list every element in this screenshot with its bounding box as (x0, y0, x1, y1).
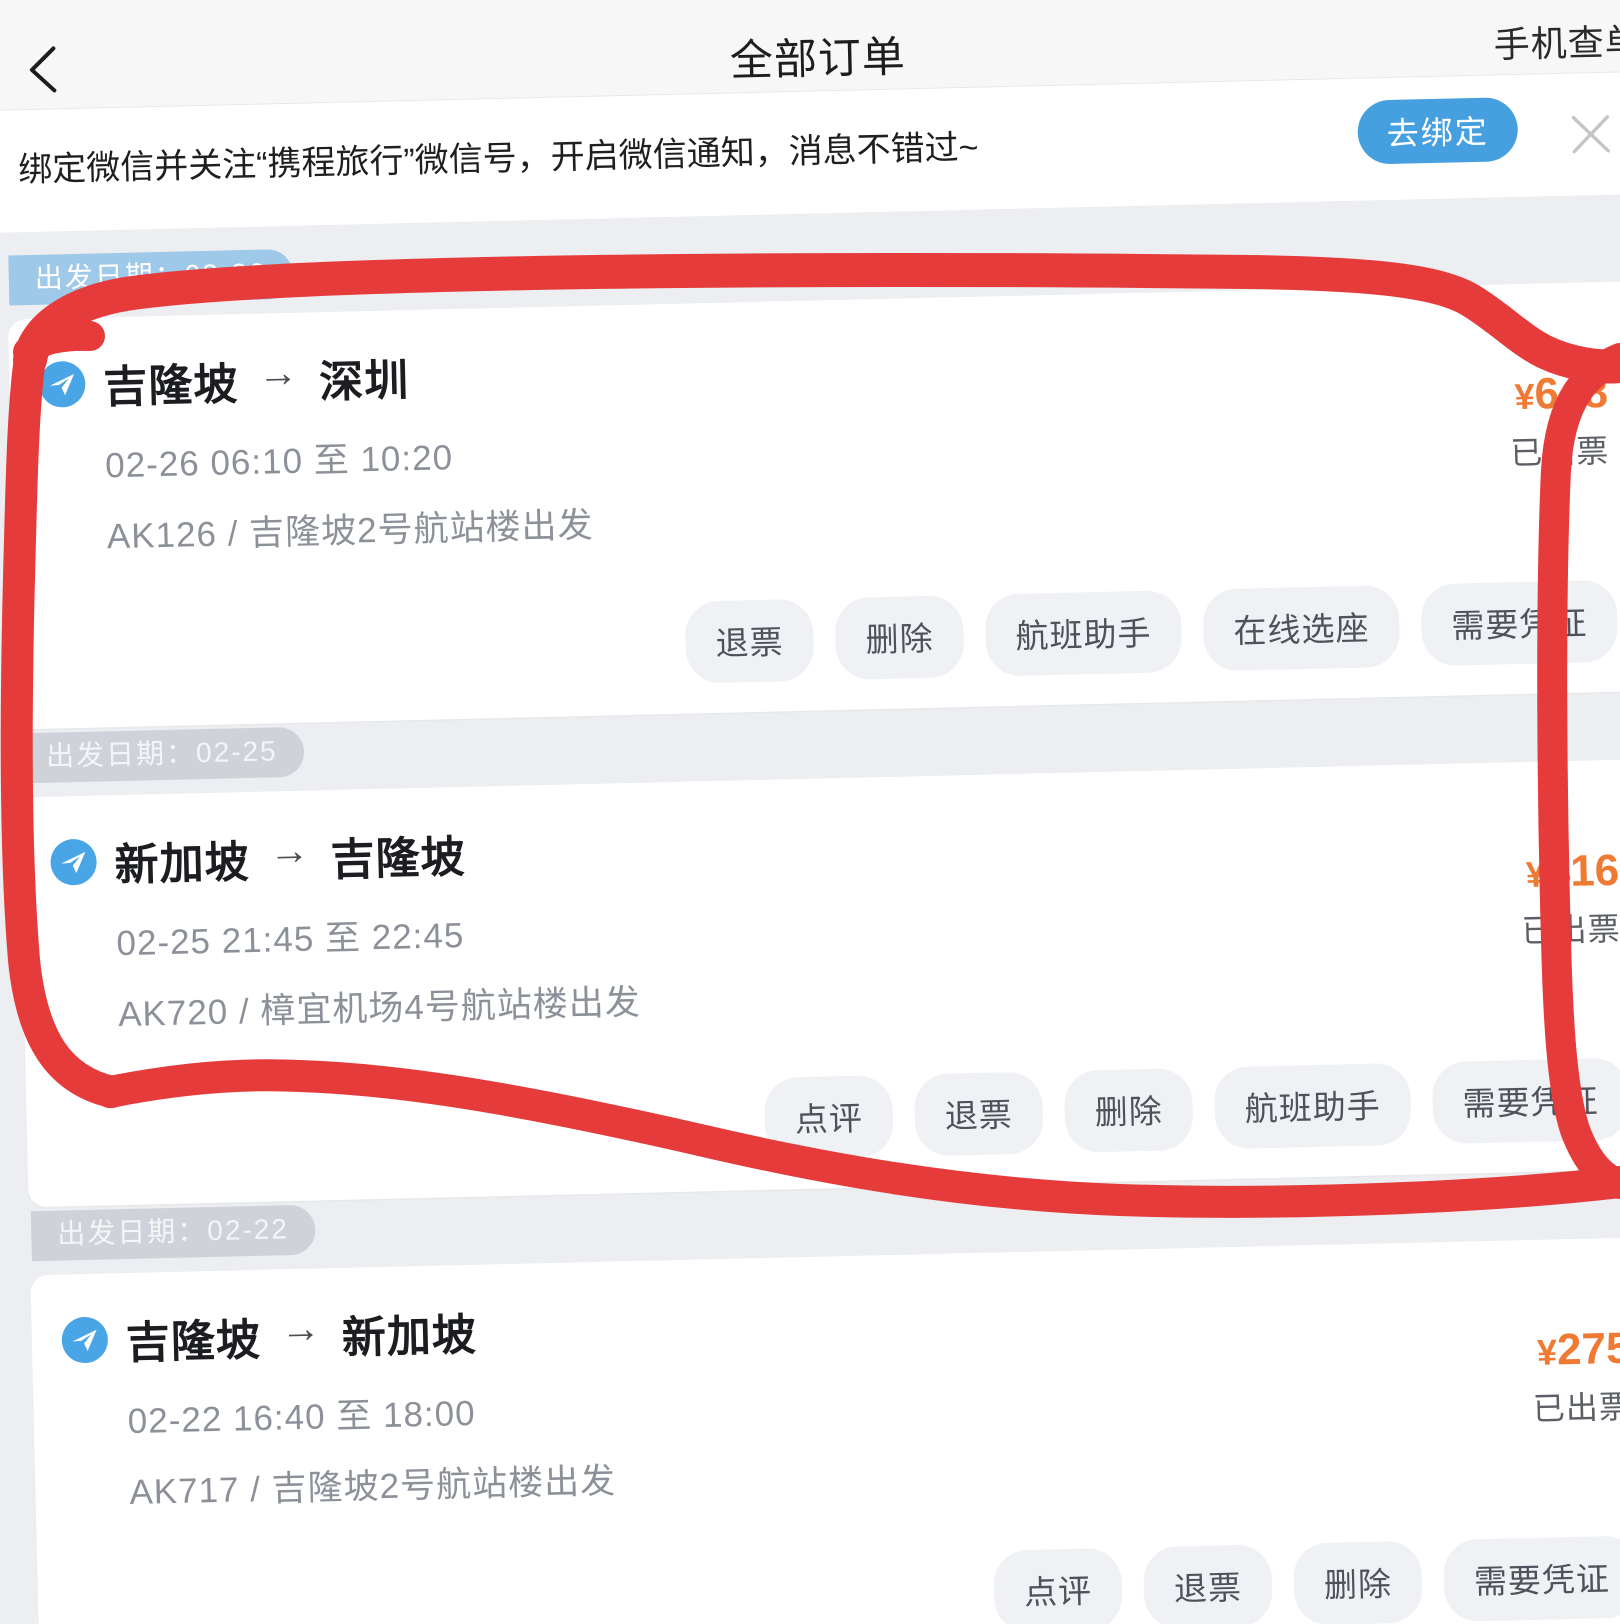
arrow-icon: → (280, 1305, 323, 1351)
order-status-badge: 已出票 (1509, 432, 1610, 472)
phone-order-lookup-button[interactable]: 手机查单 (1493, 13, 1620, 68)
arrow-icon: → (257, 350, 300, 396)
airplane-icon (38, 360, 86, 408)
arrow-icon: → (268, 828, 311, 874)
order-status-badge: 已出票 (1521, 910, 1620, 950)
order-action-button[interactable]: 删除 (834, 595, 965, 681)
order-action-button[interactable]: 需要凭证 (1420, 579, 1619, 667)
order-action-button[interactable]: 删除 (1292, 1540, 1423, 1624)
order-route-row: 吉隆坡 → 新加坡 (61, 1272, 1620, 1373)
order-group: 出发日期：02-22 吉隆坡 → 新加坡 02-22 16:40 至 18:00 AK71… (15, 1173, 1620, 1624)
flight-schedule: 02-25 21:45 至 22:45 (116, 915, 465, 964)
order-card[interactable]: 吉隆坡 → 新加坡 02-22 16:40 至 18:00 AK717 / 吉隆坡2号航… (30, 1236, 1620, 1624)
order-action-button[interactable]: 退票 (1143, 1544, 1273, 1624)
flight-number-terminal: AK126 / 吉隆坡2号航站楼出发 (106, 505, 594, 557)
departure-date-pill: 出发日期：02-26 (8, 248, 293, 306)
order-action-button[interactable]: 航班助手 (984, 590, 1183, 677)
order-action-button[interactable]: 退票 (684, 598, 815, 684)
order-actions: 点评 退票 删除 航班助手 需要凭证 (56, 1057, 1620, 1177)
arrival-city: 新加坡 (341, 1310, 478, 1363)
order-list: 出发日期：02-26 吉隆坡 → 深圳 02-26 06:10 至 10:20 AK126… (0, 194, 1620, 1624)
flight-schedule: 02-22 16:40 至 18:00 (127, 1393, 477, 1442)
departure-city: 吉隆坡 (125, 1315, 262, 1369)
order-price: ¥275 (1531, 1324, 1620, 1376)
order-card[interactable]: 吉隆坡 → 深圳 02-26 06:10 至 10:20 AK126 / 吉隆坡2号航站… (7, 281, 1620, 730)
airplane-icon (61, 1316, 109, 1364)
app-window: 30% 全部订单 手机查单 绑定微信并关注“携程旅行”微信号，开启微信通知，消息… (0, 0, 1620, 1624)
order-group: 出发日期：02-26 吉隆坡 → 深圳 02-26 06:10 至 10:20 AK126… (0, 217, 1620, 730)
price-amount: 648 (1533, 367, 1609, 419)
departure-city: 新加坡 (114, 838, 251, 891)
currency-symbol: ¥ (1536, 1331, 1558, 1373)
order-action-button[interactable]: 需要凭证 (1442, 1535, 1620, 1623)
order-group: 出发日期：02-25 新加坡 → 吉隆坡 02-25 21:45 至 22:45 AK72… (4, 695, 1620, 1208)
flight-number-terminal: AK720 / 樟宜机场4号航站楼出发 (117, 982, 642, 1035)
phone-screenshot: 30% 全部订单 手机查单 绑定微信并关注“携程旅行”微信号，开启微信通知，消息… (0, 0, 1620, 1624)
departure-date-pill: 出发日期：02-25 (19, 726, 305, 784)
departure-date-pill: 出发日期：02-22 (30, 1204, 316, 1262)
order-status-badge: 已出票 (1532, 1388, 1620, 1427)
order-action-button[interactable]: 点评 (763, 1074, 894, 1160)
order-actions: 退票 删除 航班助手 在线选座 需要凭证 (45, 579, 1619, 699)
order-route-row: 吉隆坡 → 深圳 (38, 316, 1612, 417)
order-price: ¥648 (1508, 368, 1608, 420)
departure-city: 吉隆坡 (102, 360, 239, 413)
order-actions: 点评 退票 删除 需要凭证 (67, 1535, 1620, 1624)
arrival-city: 吉隆坡 (330, 832, 467, 886)
order-route-row: 新加坡 → 吉隆坡 (50, 794, 1620, 895)
close-icon (1571, 115, 1610, 154)
order-action-button[interactable]: 在线选座 (1202, 584, 1401, 672)
price-amount: 275 (1556, 1323, 1620, 1375)
order-price: ¥416 (1520, 846, 1620, 898)
price-amount: 416 (1545, 845, 1620, 897)
price-block: ¥648 已出票 (1508, 368, 1610, 474)
flight-schedule: 02-26 06:10 至 10:20 (104, 438, 454, 486)
route-label: 新加坡 → 吉隆坡 (114, 821, 466, 893)
currency-symbol: ¥ (1525, 853, 1547, 895)
price-block: ¥275 已出票 (1531, 1324, 1620, 1430)
banner-close-button[interactable] (1567, 111, 1614, 158)
currency-symbol: ¥ (1514, 375, 1536, 418)
flight-number-terminal: AK717 / 吉隆坡2号航站楼出发 (128, 1461, 617, 1513)
price-block: ¥416 已出票 (1520, 846, 1620, 952)
order-card[interactable]: 新加坡 → 吉隆坡 02-25 21:45 至 22:45 AK720 / 樟宜机场4号… (19, 758, 1620, 1208)
airplane-icon (50, 838, 98, 886)
order-action-button[interactable]: 退票 (913, 1071, 1044, 1157)
route-label: 吉隆坡 → 深圳 (103, 344, 410, 415)
arrival-city: 深圳 (318, 356, 410, 408)
order-action-button[interactable]: 点评 (993, 1547, 1123, 1624)
order-action-button[interactable]: 航班助手 (1213, 1062, 1412, 1150)
order-action-button[interactable]: 删除 (1063, 1067, 1194, 1153)
route-label: 吉隆坡 → 新加坡 (125, 1299, 477, 1371)
order-action-button[interactable]: 需要凭证 (1431, 1057, 1620, 1145)
banner-message: 绑定微信并关注“携程旅行”微信号，开启微信通知，消息不错过~ (17, 128, 979, 190)
bind-now-button[interactable]: 去绑定 (1356, 96, 1519, 165)
